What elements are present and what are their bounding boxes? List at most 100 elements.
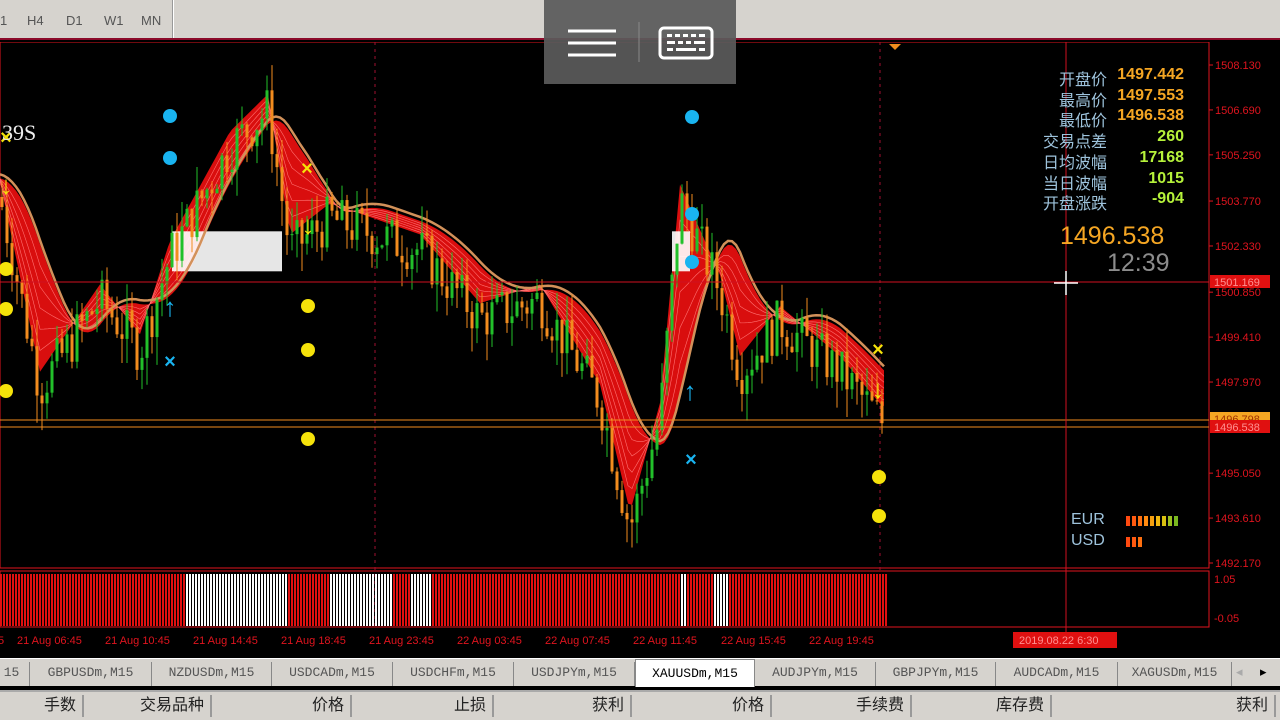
menu-icon[interactable]	[568, 29, 616, 57]
histogram-bar	[486, 574, 488, 626]
chart-tab[interactable]: GBPJPYm,M15	[876, 662, 996, 686]
histogram-bar	[135, 574, 137, 626]
candle-body	[360, 207, 364, 214]
timeframe-h4[interactable]: H4	[27, 13, 44, 28]
histogram-bar	[414, 574, 416, 626]
candle-body	[580, 363, 584, 372]
column-header[interactable]: 价格	[634, 695, 772, 717]
histogram-bar	[546, 574, 548, 626]
histogram-bar	[753, 574, 755, 626]
signal-dot	[0, 302, 13, 316]
histogram-bar	[666, 574, 668, 626]
candle-body	[830, 350, 834, 378]
histogram-bar	[9, 574, 11, 626]
candle-body	[395, 220, 399, 256]
column-header[interactable]: 获利	[1054, 695, 1276, 717]
histogram-bar	[36, 574, 38, 626]
histogram-bar	[699, 574, 701, 626]
histogram-bar	[120, 574, 122, 626]
tab-scroll-right-icon[interactable]: ▸	[1260, 664, 1267, 680]
histogram-bar	[183, 574, 185, 626]
histogram-bar	[741, 574, 743, 626]
histogram-bar	[471, 574, 473, 626]
chart-tab[interactable]: XAGUSDm,M15	[1118, 662, 1232, 686]
candle-body	[145, 316, 149, 358]
histogram-bar	[81, 574, 83, 626]
column-header[interactable]: 交易品种	[86, 695, 212, 717]
histogram-bar	[657, 574, 659, 626]
histogram-bar	[798, 574, 800, 626]
histogram-bar	[480, 574, 482, 626]
chart-tab[interactable]: 15	[0, 662, 30, 686]
candle-body	[480, 303, 484, 313]
chart-tab[interactable]: XAUUSDm,M15	[635, 659, 755, 687]
chart-tab[interactable]: USDCADm,M15	[272, 662, 393, 686]
candle-body	[820, 333, 824, 340]
candle-body	[705, 226, 709, 275]
chart-tab[interactable]: AUDCADm,M15	[996, 662, 1118, 686]
histogram-bar	[636, 574, 638, 626]
histogram-bar	[582, 574, 584, 626]
column-header[interactable]: 获利	[496, 695, 632, 717]
keyboard-icon[interactable]	[658, 26, 714, 60]
chart-tab[interactable]: AUDJPYm,M15	[755, 662, 876, 686]
candle-body	[400, 255, 404, 263]
chart-tab[interactable]: NZDUSDm,M15	[152, 662, 272, 686]
histogram-bar	[69, 574, 71, 626]
histogram-bar	[855, 574, 857, 626]
column-header[interactable]: 库存费	[914, 695, 1052, 717]
histogram-bar	[687, 574, 689, 626]
histogram-bar	[390, 574, 392, 626]
histogram-bar	[648, 574, 650, 626]
chart-tab[interactable]: USDJPYm,M15	[514, 662, 635, 686]
indicator-label: 39S	[2, 120, 36, 145]
histogram-bar	[441, 574, 443, 626]
signal-dot	[685, 255, 699, 269]
timeframe-mn[interactable]: MN	[141, 13, 161, 28]
candle-body	[525, 307, 529, 314]
candle-body	[790, 346, 794, 353]
chart-tab[interactable]: USDCHFm,M15	[393, 662, 514, 686]
histogram-bar	[495, 574, 497, 626]
info-value: -904	[1151, 190, 1184, 208]
histogram-bar	[402, 574, 404, 626]
timeframe-w1[interactable]: W1	[104, 13, 124, 28]
histogram-bar	[534, 574, 536, 626]
histogram-bar	[846, 574, 848, 626]
tab-scroll-left-icon[interactable]: ◂	[1236, 664, 1243, 680]
candle-body	[325, 196, 329, 248]
histogram-bar	[375, 574, 377, 626]
histogram-bar	[465, 574, 467, 626]
histogram-bar	[708, 574, 710, 626]
candle-body	[270, 90, 274, 155]
chart-tab[interactable]: GBPUSDm,M15	[30, 662, 152, 686]
histogram-bar	[246, 574, 248, 626]
timeframe-d1[interactable]: D1	[66, 13, 83, 28]
column-header[interactable]: 手续费	[774, 695, 912, 717]
time-axis-label: 22 Aug 03:45	[457, 635, 522, 647]
info-label: 开盘涨跌	[1042, 196, 1107, 214]
column-header[interactable]: 手数	[0, 695, 84, 717]
histogram-bar	[522, 574, 524, 626]
histogram-bar	[54, 574, 56, 626]
candle-body	[35, 346, 39, 396]
candle-body	[595, 377, 599, 408]
chart-tab-bar: 15 GBPUSDm,M15 NZDUSDm,M15 USDCADm,M15 USDCH…	[0, 658, 1280, 687]
histogram-bar	[90, 574, 92, 626]
candle-body	[765, 319, 769, 363]
histogram-bar	[51, 574, 53, 626]
histogram-bar	[396, 574, 398, 626]
histogram-bar	[195, 574, 197, 626]
timeframe-h1[interactable]: 1	[0, 13, 7, 28]
candle-body	[560, 319, 564, 354]
candle-body	[745, 375, 749, 395]
histogram-bar	[138, 574, 140, 626]
candle-body	[245, 124, 249, 138]
candle-body	[815, 339, 819, 367]
candle-body	[845, 351, 849, 390]
column-header[interactable]: 价格	[214, 695, 352, 717]
column-header[interactable]: 止损	[354, 695, 494, 717]
histogram-bar	[537, 574, 539, 626]
currency-strength-bar	[1156, 516, 1160, 526]
histogram-bar	[453, 574, 455, 626]
